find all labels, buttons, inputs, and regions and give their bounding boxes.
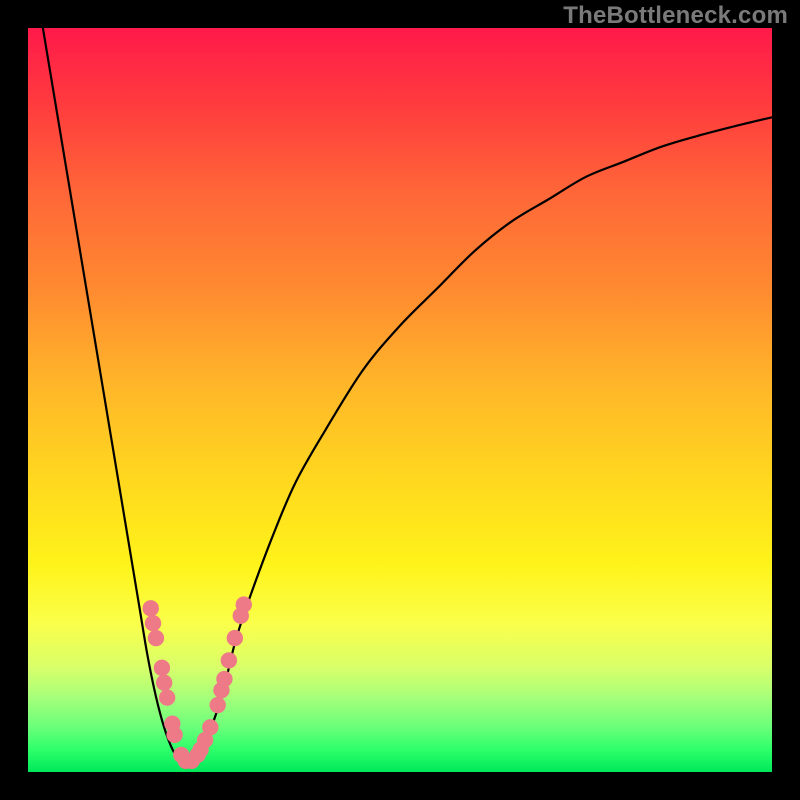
data-marker bbox=[221, 652, 237, 668]
chart-frame: TheBottleneck.com bbox=[0, 0, 800, 800]
bottleneck-curve bbox=[43, 28, 772, 765]
data-marker bbox=[156, 675, 172, 691]
data-marker bbox=[210, 697, 226, 713]
data-marker bbox=[216, 671, 232, 687]
data-marker bbox=[159, 689, 175, 705]
data-marker bbox=[202, 719, 218, 735]
chart-svg bbox=[28, 28, 772, 772]
data-marker bbox=[148, 630, 164, 646]
data-marker bbox=[166, 727, 182, 743]
data-marker bbox=[227, 630, 243, 646]
data-marker bbox=[236, 596, 252, 612]
data-marker bbox=[154, 660, 170, 676]
watermark-text: TheBottleneck.com bbox=[563, 2, 788, 30]
data-markers bbox=[143, 596, 252, 769]
data-marker bbox=[145, 615, 161, 631]
plot-area bbox=[28, 28, 772, 772]
data-marker bbox=[143, 600, 159, 616]
